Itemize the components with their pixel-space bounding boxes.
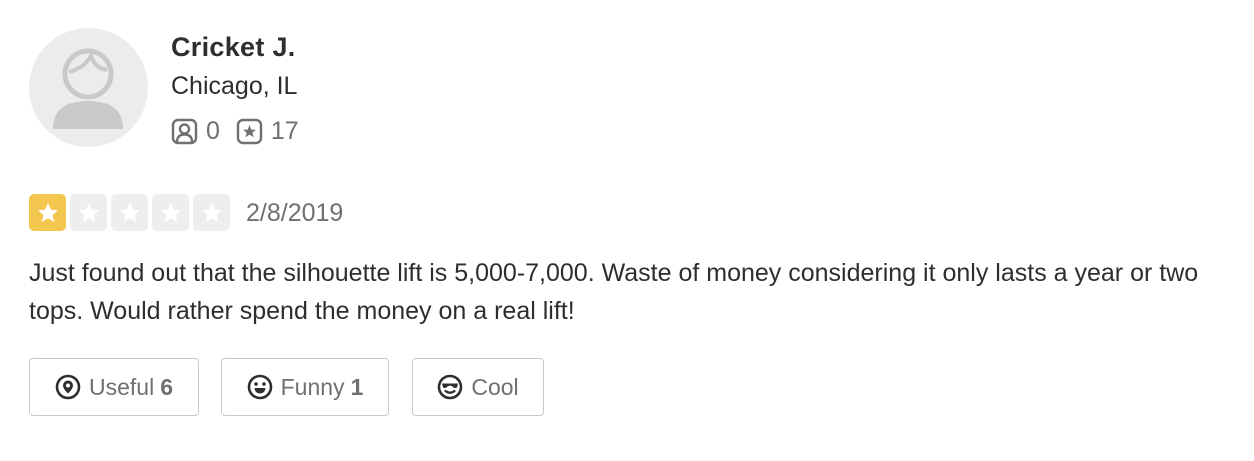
useful-icon (55, 374, 81, 400)
cool-icon (438, 374, 463, 400)
user-stats: 0 17 (171, 115, 315, 147)
friends-icon (171, 118, 198, 144)
useful-button[interactable]: Useful 6 (29, 358, 199, 416)
useful-label: Useful (89, 373, 155, 400)
user-name[interactable]: Cricket J. (171, 30, 296, 64)
review-star-icon (236, 118, 263, 144)
star-icon (111, 194, 148, 231)
friends-count: 0 (206, 117, 220, 145)
cool-button[interactable]: Cool (412, 358, 544, 416)
star-icon (29, 194, 66, 231)
reviews-stat: 17 (236, 116, 299, 146)
funny-button[interactable]: Funny 1 (221, 358, 389, 416)
funny-count: 1 (350, 373, 364, 400)
review-text: Just found out that the silhouette lift … (29, 259, 1199, 325)
star-icon (152, 194, 189, 231)
reviews-count: 17 (270, 117, 299, 145)
funny-label: Funny (280, 373, 345, 400)
cool-label: Cool (471, 373, 519, 400)
star-icon (70, 194, 107, 231)
default-user-avatar-icon (53, 48, 123, 129)
review-date: 2/8/2019 (246, 199, 344, 227)
star-rating (29, 194, 234, 231)
friends-stat: 0 (171, 116, 220, 146)
user-location: Chicago, IL (171, 72, 298, 100)
avatar[interactable] (29, 28, 148, 147)
funny-icon (247, 374, 272, 400)
useful-count: 6 (160, 373, 173, 400)
star-icon (193, 194, 230, 231)
